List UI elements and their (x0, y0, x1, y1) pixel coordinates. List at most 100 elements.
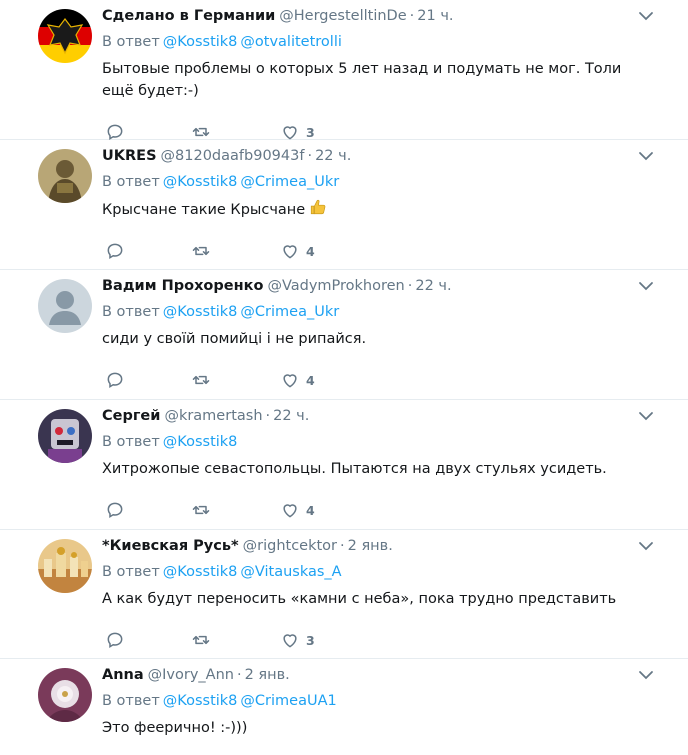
retweet-icon (192, 127, 210, 137)
reply-context: В ответ @Kosstik8 @Crimea_Ukr (102, 304, 340, 320)
reply-context: В ответ @Kosstik8 @CrimeaUA1 (102, 693, 337, 709)
user-handle[interactable]: @VadymProkhoren (267, 278, 404, 294)
reply-icon (107, 124, 123, 141)
mention-link[interactable]: @Vitauskas_A (240, 564, 341, 580)
tweet-actions: 3 (102, 620, 648, 664)
chevron-down-icon[interactable] (638, 10, 654, 22)
heart-icon (283, 504, 297, 518)
tweet-actions: 4 (102, 231, 648, 275)
display-name[interactable]: Anna (102, 667, 144, 683)
chevron-down-icon[interactable] (638, 280, 654, 292)
retweet-button[interactable] (191, 122, 211, 142)
tweet[interactable]: Anna @Ivory_Ann · 2 янв. В ответ @Kosstik8 @C… (0, 659, 688, 755)
tweet-header: Anna @Ivory_Ann · 2 янв. (102, 667, 290, 683)
heart-icon (283, 245, 297, 259)
chevron-down-icon[interactable] (638, 150, 654, 162)
tweet-header: Сделано в Германии @HergestelltinDe · 21 ч. (102, 8, 454, 24)
reply-icon (107, 502, 123, 519)
tweet-text: А как будут переносить «камни с неба», п… (102, 591, 617, 607)
retweet-button[interactable] (191, 630, 211, 650)
chevron-down-icon[interactable] (638, 669, 654, 681)
chevron-down-icon[interactable] (638, 410, 654, 422)
retweet-button[interactable] (191, 500, 211, 520)
display-name[interactable]: *Киевская Русь* (102, 538, 239, 554)
tweet[interactable]: Вадим Прохоренко @VadymProkhoren · 22 ч. В … (0, 270, 688, 400)
like-count: 4 (306, 502, 315, 518)
thumbs-up-icon (311, 199, 326, 215)
tweet-text: Бытовые проблемы о которых 5 лет назад и… (102, 61, 622, 99)
reply-context: В ответ @Kosstik8 @Crimea_Ukr (102, 174, 340, 190)
soldier-avatar[interactable] (38, 149, 92, 203)
tweet-text: Хитрожопые севастопольцы. Пытаются на дв… (102, 461, 607, 477)
heart-icon (283, 374, 297, 388)
retweet-button[interactable] (191, 241, 211, 261)
tweet[interactable]: Сергей @kramertash · 22 ч. В ответ @Kosstik8… (0, 400, 688, 530)
like-button[interactable]: 4 (280, 370, 315, 390)
retweet-icon (192, 505, 210, 515)
mention-link[interactable]: @Kosstik8 (163, 693, 238, 709)
timestamp[interactable]: 2 янв. (245, 667, 290, 683)
reply-context: В ответ @Kosstik8 (102, 434, 238, 450)
mention-link[interactable]: @Kosstik8 (163, 174, 238, 190)
reply-context: В ответ @Kosstik8 @Vitauskas_A (102, 564, 342, 580)
reply-button[interactable] (105, 500, 125, 520)
mention-link[interactable]: @CrimeaUA1 (240, 693, 336, 709)
chevron-down-icon[interactable] (638, 540, 654, 552)
mention-link[interactable]: @otvalitetrolli (240, 34, 341, 50)
reply-button[interactable] (105, 241, 125, 261)
display-name[interactable]: Вадим Прохоренко (102, 278, 263, 294)
mention-link[interactable]: @Kosstik8 (163, 304, 238, 320)
timestamp[interactable]: 2 янв. (348, 538, 393, 554)
reply-button[interactable] (105, 370, 125, 390)
like-count: 3 (306, 632, 315, 648)
like-count: 4 (306, 372, 315, 388)
display-name[interactable]: Сделано в Германии (102, 8, 275, 24)
retweet-icon (192, 635, 210, 645)
tweet-header: UKRES @8120daafb90943f · 22 ч. (102, 148, 352, 164)
tweet[interactable]: *Киевская Русь* @rightcektor · 2 янв. В отв… (0, 530, 688, 659)
reply-button[interactable] (105, 630, 125, 650)
like-button[interactable]: 3 (280, 122, 315, 142)
like-button[interactable]: 3 (280, 630, 315, 650)
reply-context: В ответ @Kosstik8 @otvalitetrolli (102, 34, 342, 50)
mention-link[interactable]: @Crimea_Ukr (240, 304, 339, 320)
user-handle[interactable]: @8120daafb90943f (161, 148, 305, 164)
reply-icon (107, 632, 123, 649)
tweet-header: *Киевская Русь* @rightcektor · 2 янв. (102, 538, 393, 554)
retweet-button[interactable] (191, 370, 211, 390)
heart-icon (283, 126, 297, 140)
like-button[interactable]: 4 (280, 500, 315, 520)
default-user-avatar[interactable] (38, 279, 92, 333)
city-painting-avatar[interactable] (38, 539, 92, 593)
timestamp[interactable]: 22 ч. (273, 408, 309, 424)
timestamp[interactable]: 22 ч. (415, 278, 451, 294)
like-count: 3 (306, 124, 315, 140)
reply-icon (107, 372, 123, 389)
tweet[interactable]: Сделано в Германии @HergestelltinDe · 21 ч.… (0, 0, 688, 142)
timestamp[interactable]: 22 ч. (315, 148, 351, 164)
timestamp[interactable]: 21 ч. (417, 8, 453, 24)
german-eagle-avatar[interactable] (38, 9, 92, 63)
tweet[interactable]: UKRES @8120daafb90943f · 22 ч. В ответ @Koss… (0, 140, 688, 270)
tweet-text: сиди у своїй помийці і не рипайся. (102, 331, 367, 347)
mention-link[interactable]: @Kosstik8 (163, 34, 238, 50)
mention-link[interactable]: @Kosstik8 (163, 564, 238, 580)
flower-avatar[interactable] (38, 668, 92, 722)
user-handle[interactable]: @rightcektor (243, 538, 337, 554)
reply-icon (107, 243, 123, 260)
tweet-header: Вадим Прохоренко @VadymProkhoren · 22 ч. (102, 278, 452, 294)
display-name[interactable]: Сергей (102, 408, 160, 424)
retweet-icon (192, 375, 210, 385)
user-handle[interactable]: @Ivory_Ann (148, 667, 234, 683)
tweet-text: Это феерично! :-))) (102, 720, 248, 736)
like-button[interactable]: 4 (280, 241, 315, 261)
robot-avatar[interactable] (38, 409, 92, 463)
reply-button[interactable] (105, 122, 125, 142)
display-name[interactable]: UKRES (102, 148, 157, 164)
heart-icon (283, 634, 297, 648)
retweet-icon (192, 246, 210, 256)
user-handle[interactable]: @kramertash (164, 408, 262, 424)
user-handle[interactable]: @HergestelltinDe (279, 8, 406, 24)
mention-link[interactable]: @Kosstik8 (163, 434, 238, 450)
mention-link[interactable]: @Crimea_Ukr (240, 174, 339, 190)
